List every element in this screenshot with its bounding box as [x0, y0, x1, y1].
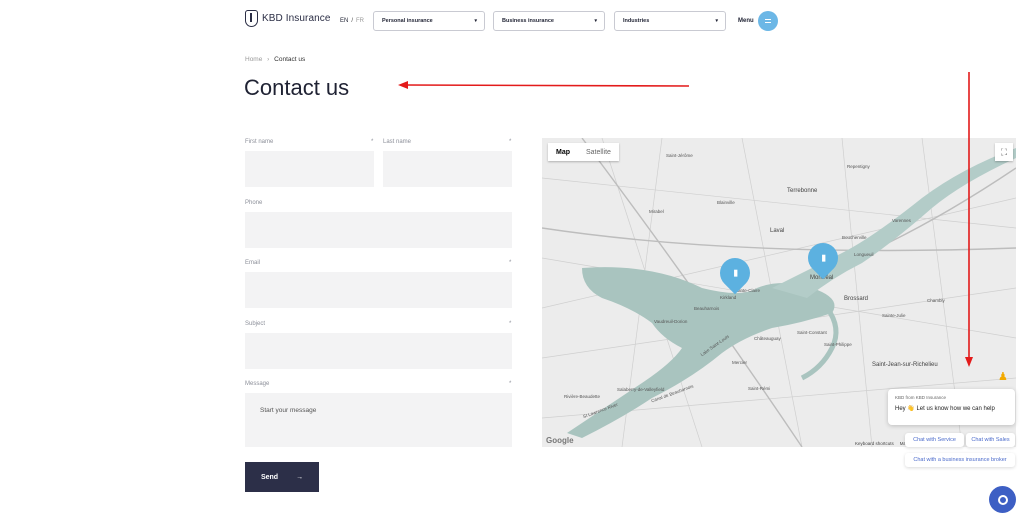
- annotation-arrows: [398, 72, 973, 367]
